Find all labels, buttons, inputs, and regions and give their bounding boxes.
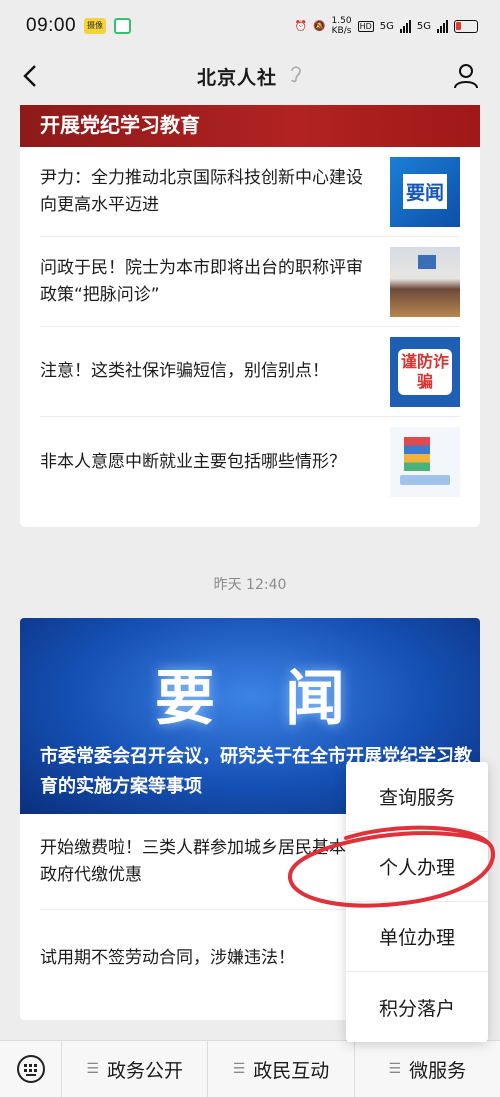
menu-item-company[interactable]: 单位办理 (346, 902, 488, 972)
net-speed-unit: KB/s (331, 26, 352, 36)
keyboard-toggle-button[interactable] (0, 1040, 62, 1097)
chevron-left-icon (23, 65, 36, 87)
menu-lines-icon: ☰ (86, 1061, 99, 1077)
menu-item-personal[interactable]: 个人办理 (346, 832, 488, 902)
back-button[interactable] (14, 60, 46, 92)
signal-5g-label-2: 5G (416, 20, 431, 32)
page-title: 北京人社 (196, 66, 277, 89)
alarm-icon: ⏰ (294, 20, 308, 32)
signal-5g-label: 5G (379, 20, 394, 32)
app-notification-icon (114, 18, 132, 34)
news-thumbnail (390, 427, 460, 497)
news-title: 注意！这类社保诈骗短信，别信别点！ (40, 361, 329, 381)
tab-label: 政务公开 (106, 1059, 183, 1082)
article-card-1: 开展党纪学习教育 尹力：全力推动北京国际科技创新中心建设向更高水平迈进 要闻 问… (20, 105, 480, 527)
news-title: 问政于民！院士为本市即将出台的职称评审政策“把脉问诊” (40, 257, 363, 305)
signal-icon-2 (437, 19, 448, 33)
news-thumbnail: 谨防诈骗 (390, 336, 460, 407)
article-banner-1[interactable]: 开展党纪学习教育 (20, 105, 480, 147)
status-bar: 09:00 摄像 ⏰ 🔕 1.50 KB/s HD 5G 5G (0, 0, 500, 52)
net-speed-value: 1.50 (331, 16, 352, 26)
banner-text: 开展党纪学习教育 (40, 113, 200, 137)
ear-icon (289, 64, 303, 88)
tab-label: 政民互动 (253, 1059, 330, 1082)
menu-lines-icon: ☰ (388, 1061, 402, 1077)
news-thumbnail (390, 246, 460, 317)
menu-item-points-settlement[interactable]: 积分落户 (346, 972, 488, 1042)
bottom-menu-bar: ☰ 政务公开 ☰ 政民互动 ☰ 微服务 (0, 1040, 500, 1097)
news-item[interactable]: 问政于民！院士为本市即将出台的职称评审政策“把脉问诊” (40, 237, 460, 327)
news-item[interactable]: 注意！这类社保诈骗短信，别信别点！ 谨防诈骗 (40, 327, 460, 417)
tab-interaction[interactable]: ☰ 政民互动 (208, 1040, 355, 1097)
news-title: 尹力：全力推动北京国际科技创新中心建设向更高水平迈进 (40, 167, 363, 215)
keyboard-icon (16, 1055, 45, 1083)
status-chip: 摄像 (84, 18, 107, 34)
menu-item-query-service[interactable]: 查询服务 (346, 762, 488, 832)
news-item[interactable]: 非本人意愿中断就业主要包括哪些情形？ (40, 417, 460, 507)
message-timestamp: 昨天 12:40 (213, 577, 287, 593)
menu-lines-icon: ☰ (232, 1061, 246, 1077)
tab-gov-affairs[interactable]: ☰ 政务公开 (62, 1040, 209, 1097)
profile-button[interactable] (450, 60, 482, 92)
tab-label: 微服务 (409, 1059, 467, 1082)
news-thumbnail: 要闻 (390, 156, 460, 227)
news-title: 非本人意愿中断就业主要包括哪些情形？ (40, 451, 346, 472)
mute-icon: 🔕 (313, 20, 326, 32)
battery-icon (454, 19, 478, 33)
tab-micro-service[interactable]: ☰ 微服务 (355, 1041, 500, 1097)
person-icon (454, 64, 478, 89)
banner-big-text: 要闻 (155, 664, 415, 734)
net-speed: 1.50 KB/s (332, 16, 352, 36)
status-time: 09:00 (26, 15, 77, 36)
thumb-label: 谨防诈骗 (398, 348, 452, 395)
news-item[interactable]: 尹力：全力推动北京国际科技创新中心建设向更高水平迈进 要闻 (40, 147, 460, 237)
status-indicators: ⏰ 🔕 1.50 KB/s HD 5G 5G (295, 16, 478, 36)
chat-header: 北京人社 (0, 52, 500, 100)
signal-icon (399, 19, 411, 33)
thumb-label: 要闻 (402, 174, 447, 209)
service-popup-menu: 查询服务 个人办理 单位办理 积分落户 (346, 762, 488, 1042)
hd-label: HD (357, 20, 374, 32)
